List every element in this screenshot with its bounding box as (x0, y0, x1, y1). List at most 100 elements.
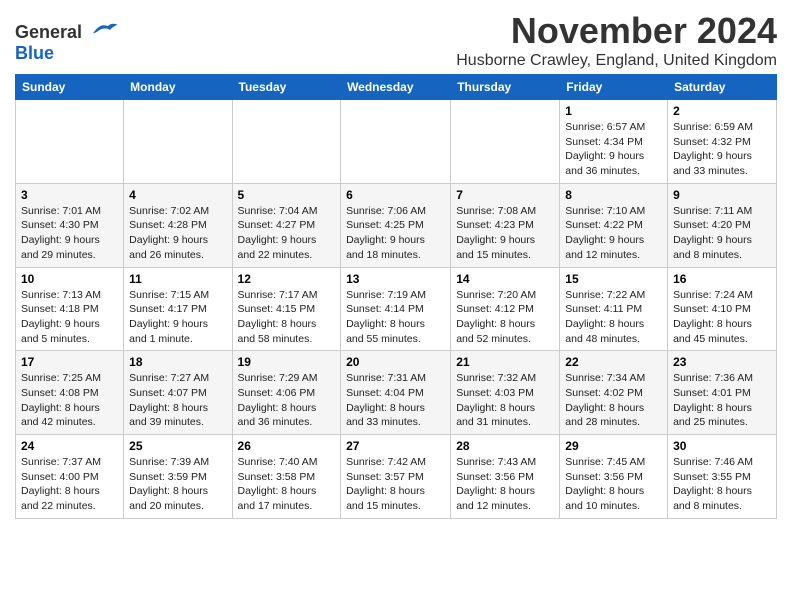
day-cell: 2 Sunrise: 6:59 AM Sunset: 4:32 PM Daylig… (668, 100, 777, 184)
day-number: 26 (238, 439, 336, 453)
day-info: Sunrise: 7:37 AM Sunset: 4:00 PM Dayligh… (21, 455, 118, 514)
day-number: 30 (673, 439, 771, 453)
day-info: Sunrise: 7:08 AM Sunset: 4:23 PM Dayligh… (456, 204, 554, 263)
day-number: 15 (565, 272, 662, 286)
logo: General Blue (15, 18, 119, 64)
day-cell (341, 100, 451, 184)
day-cell: 29Sunrise: 7:45 AM Sunset: 3:56 PM Dayli… (560, 435, 668, 519)
day-info: Sunrise: 7:32 AM Sunset: 4:03 PM Dayligh… (456, 371, 554, 430)
day-cell: 10 Sunrise: 7:13 AM Sunset: 4:18 PM Dayli… (16, 267, 124, 351)
day-info: Sunrise: 7:22 AM Sunset: 4:11 PM Dayligh… (565, 288, 662, 347)
day-cell: 12 Sunrise: 7:17 AM Sunset: 4:15 PM Dayli… (232, 267, 341, 351)
day-info: Sunrise: 7:10 AM Sunset: 4:22 PM Dayligh… (565, 204, 662, 263)
logo-blue: Blue (15, 43, 54, 63)
day-cell: 21 Sunrise: 7:32 AM Sunset: 4:03 PM Dayli… (451, 351, 560, 435)
day-cell (232, 100, 341, 184)
day-number: 4 (129, 188, 226, 202)
day-number: 6 (346, 188, 445, 202)
day-number: 12 (238, 272, 336, 286)
day-info: Sunrise: 7:39 AM Sunset: 3:59 PM Dayligh… (129, 455, 226, 514)
week-row-4: 17Sunrise: 7:25 AM Sunset: 4:08 PM Dayli… (16, 351, 777, 435)
day-info: Sunrise: 7:19 AM Sunset: 4:14 PM Dayligh… (346, 288, 445, 347)
day-info: Sunrise: 7:45 AM Sunset: 3:56 PM Dayligh… (565, 455, 662, 514)
day-cell: 14 Sunrise: 7:20 AM Sunset: 4:12 PM Dayli… (451, 267, 560, 351)
logo-general: General (15, 22, 82, 42)
day-number: 25 (129, 439, 226, 453)
day-number: 21 (456, 355, 554, 369)
week-row-3: 10 Sunrise: 7:13 AM Sunset: 4:18 PM Dayli… (16, 267, 777, 351)
location-title: Husborne Crawley, England, United Kingdo… (456, 52, 777, 70)
day-number: 19 (238, 355, 336, 369)
day-info: Sunrise: 7:06 AM Sunset: 4:25 PM Dayligh… (346, 204, 445, 263)
day-number: 22 (565, 355, 662, 369)
day-cell: 19 Sunrise: 7:29 AM Sunset: 4:06 PM Dayli… (232, 351, 341, 435)
header: General Blue November 2024 Husborne Craw… (15, 10, 777, 70)
day-info: Sunrise: 7:11 AM Sunset: 4:20 PM Dayligh… (673, 204, 771, 263)
month-title: November 2024 (456, 10, 777, 52)
day-number: 7 (456, 188, 554, 202)
day-cell: 24 Sunrise: 7:37 AM Sunset: 4:00 PM Dayli… (16, 435, 124, 519)
day-info: Sunrise: 7:17 AM Sunset: 4:15 PM Dayligh… (238, 288, 336, 347)
day-info: Sunrise: 7:40 AM Sunset: 3:58 PM Dayligh… (238, 455, 336, 514)
day-number: 1 (565, 104, 662, 118)
day-cell: 23 Sunrise: 7:36 AM Sunset: 4:01 PM Dayli… (668, 351, 777, 435)
day-number: 14 (456, 272, 554, 286)
day-cell: 11 Sunrise: 7:15 AM Sunset: 4:17 PM Dayli… (124, 267, 232, 351)
day-cell: 22 Sunrise: 7:34 AM Sunset: 4:02 PM Dayli… (560, 351, 668, 435)
day-number: 20 (346, 355, 445, 369)
day-cell: 8 Sunrise: 7:10 AM Sunset: 4:22 PM Daylig… (560, 183, 668, 267)
logo-bird-icon (89, 18, 119, 38)
day-info: Sunrise: 7:20 AM Sunset: 4:12 PM Dayligh… (456, 288, 554, 347)
day-number: 8 (565, 188, 662, 202)
day-info: Sunrise: 7:13 AM Sunset: 4:18 PM Dayligh… (21, 288, 118, 347)
day-info: Sunrise: 7:24 AM Sunset: 4:10 PM Dayligh… (673, 288, 771, 347)
week-row-1: 1Sunrise: 6:57 AM Sunset: 4:34 PM Daylig… (16, 100, 777, 184)
day-cell: 9 Sunrise: 7:11 AM Sunset: 4:20 PM Daylig… (668, 183, 777, 267)
day-cell: 7 Sunrise: 7:08 AM Sunset: 4:23 PM Daylig… (451, 183, 560, 267)
day-cell: 18Sunrise: 7:27 AM Sunset: 4:07 PM Dayli… (124, 351, 232, 435)
day-cell: 1Sunrise: 6:57 AM Sunset: 4:34 PM Daylig… (560, 100, 668, 184)
header-cell-monday: Monday (124, 75, 232, 100)
day-number: 24 (21, 439, 118, 453)
day-cell: 27 Sunrise: 7:42 AM Sunset: 3:57 PM Dayli… (341, 435, 451, 519)
day-number: 23 (673, 355, 771, 369)
day-number: 27 (346, 439, 445, 453)
day-number: 18 (129, 355, 226, 369)
header-row: SundayMondayTuesdayWednesdayThursdayFrid… (16, 75, 777, 100)
header-cell-wednesday: Wednesday (341, 75, 451, 100)
day-cell: 26 Sunrise: 7:40 AM Sunset: 3:58 PM Dayli… (232, 435, 341, 519)
day-cell: 16Sunrise: 7:24 AM Sunset: 4:10 PM Dayli… (668, 267, 777, 351)
day-info: Sunrise: 7:01 AM Sunset: 4:30 PM Dayligh… (21, 204, 118, 263)
day-number: 28 (456, 439, 554, 453)
day-info: Sunrise: 7:36 AM Sunset: 4:01 PM Dayligh… (673, 371, 771, 430)
day-info: Sunrise: 7:25 AM Sunset: 4:08 PM Dayligh… (21, 371, 118, 430)
day-info: Sunrise: 7:42 AM Sunset: 3:57 PM Dayligh… (346, 455, 445, 514)
day-cell: 5 Sunrise: 7:04 AM Sunset: 4:27 PM Daylig… (232, 183, 341, 267)
day-cell: 4 Sunrise: 7:02 AM Sunset: 4:28 PM Daylig… (124, 183, 232, 267)
header-cell-sunday: Sunday (16, 75, 124, 100)
header-cell-saturday: Saturday (668, 75, 777, 100)
title-area: November 2024 Husborne Crawley, England,… (456, 10, 777, 70)
day-info: Sunrise: 7:34 AM Sunset: 4:02 PM Dayligh… (565, 371, 662, 430)
day-number: 2 (673, 104, 771, 118)
header-cell-tuesday: Tuesday (232, 75, 341, 100)
day-info: Sunrise: 7:29 AM Sunset: 4:06 PM Dayligh… (238, 371, 336, 430)
day-cell: 25 Sunrise: 7:39 AM Sunset: 3:59 PM Dayli… (124, 435, 232, 519)
day-number: 5 (238, 188, 336, 202)
logo-text: General (15, 18, 119, 43)
day-cell (124, 100, 232, 184)
day-info: Sunrise: 7:02 AM Sunset: 4:28 PM Dayligh… (129, 204, 226, 263)
day-cell: 6 Sunrise: 7:06 AM Sunset: 4:25 PM Daylig… (341, 183, 451, 267)
day-cell: 3Sunrise: 7:01 AM Sunset: 4:30 PM Daylig… (16, 183, 124, 267)
day-info: Sunrise: 7:04 AM Sunset: 4:27 PM Dayligh… (238, 204, 336, 263)
day-cell: 28 Sunrise: 7:43 AM Sunset: 3:56 PM Dayli… (451, 435, 560, 519)
day-info: Sunrise: 6:59 AM Sunset: 4:32 PM Dayligh… (673, 120, 771, 179)
day-info: Sunrise: 7:43 AM Sunset: 3:56 PM Dayligh… (456, 455, 554, 514)
day-number: 9 (673, 188, 771, 202)
day-info: Sunrise: 7:15 AM Sunset: 4:17 PM Dayligh… (129, 288, 226, 347)
day-cell: 30Sunrise: 7:46 AM Sunset: 3:55 PM Dayli… (668, 435, 777, 519)
day-number: 11 (129, 272, 226, 286)
day-info: Sunrise: 7:31 AM Sunset: 4:04 PM Dayligh… (346, 371, 445, 430)
header-cell-thursday: Thursday (451, 75, 560, 100)
day-number: 10 (21, 272, 118, 286)
